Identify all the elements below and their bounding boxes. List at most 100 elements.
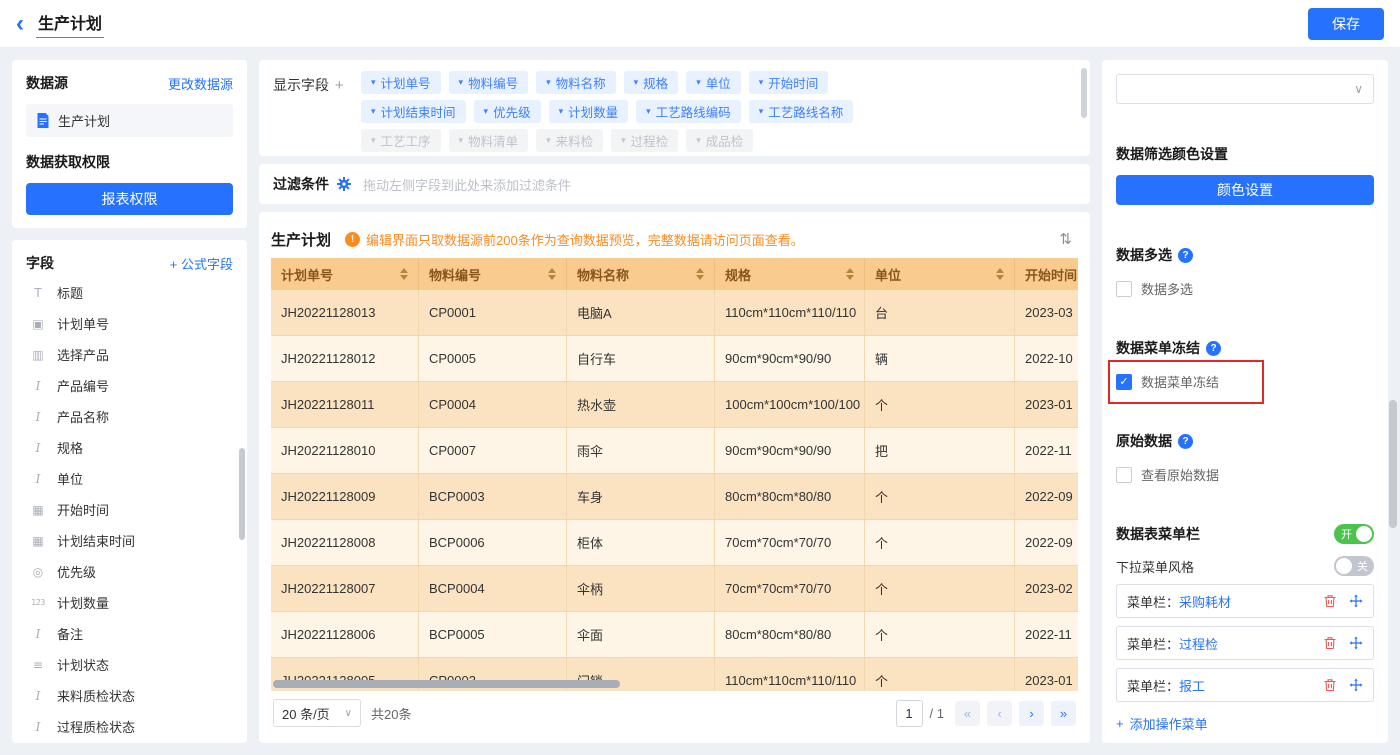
move-icon[interactable] — [1349, 636, 1363, 650]
sort-icon[interactable] — [696, 268, 704, 280]
field-item[interactable]: ▥ 选择产品 — [26, 339, 233, 370]
field-label: 计划数量 — [57, 593, 109, 612]
plus-icon: + — [1116, 716, 1124, 731]
field-type-icon: ▦ — [28, 534, 48, 548]
table-row[interactable]: JH20221128008BCP0006柜体70cm*70cm*70/70个20… — [271, 520, 1078, 566]
fields-scrollbar[interactable] — [239, 448, 245, 540]
display-field-chip[interactable]: ▾ 过程检 — [611, 129, 678, 152]
move-icon[interactable] — [1349, 678, 1363, 692]
display-field-chip[interactable]: ▾ 物料清单 — [449, 129, 529, 152]
table-row[interactable]: JH20221128011CP0004热水壶100cm*100cm*100/10… — [271, 382, 1078, 428]
change-datasource-link[interactable]: 更改数据源 — [168, 74, 233, 93]
first-page-button[interactable]: « — [955, 701, 980, 726]
sort-order-icon[interactable]: ⇅ — [1053, 228, 1078, 250]
sort-icon[interactable] — [548, 268, 556, 280]
menu-item-name[interactable]: 报工 — [1179, 676, 1205, 695]
display-field-chip[interactable]: ▾ 单位 — [686, 71, 741, 94]
delete-icon[interactable] — [1323, 636, 1337, 650]
report-permission-button[interactable]: 报表权限 — [26, 183, 233, 215]
page-size-select[interactable]: 20 条/页 ∨ — [273, 699, 361, 727]
page-title[interactable]: 生产计划 — [36, 10, 104, 38]
field-item[interactable]: I 规格 — [26, 432, 233, 463]
display-field-chip[interactable]: ▾ 来料检 — [536, 129, 603, 152]
display-field-chip[interactable]: ▾ 规格 — [624, 71, 679, 94]
display-field-chip[interactable]: ▾ 计划单号 — [361, 71, 441, 94]
back-icon[interactable]: ‹ — [16, 12, 24, 36]
page-scrollbar[interactable] — [1389, 400, 1397, 528]
table-cell: CP0004 — [419, 382, 567, 428]
help-icon[interactable]: ? — [1178, 248, 1193, 263]
menu-item-name[interactable]: 采购耗材 — [1179, 592, 1231, 611]
table-column-header[interactable]: 物料名称 — [567, 258, 715, 290]
display-field-chip[interactable]: ▾ 计划数量 — [549, 100, 629, 123]
table-column-header[interactable]: 单位 — [865, 258, 1015, 290]
table-cell: 70cm*70cm*70/70 — [715, 520, 865, 566]
field-item[interactable]: I 单位 — [26, 463, 233, 494]
table-row[interactable]: JH20221128012CP0005自行车90cm*90cm*90/90辆20… — [271, 336, 1078, 382]
chevron-down-icon: ▾ — [621, 135, 626, 146]
sort-icon[interactable] — [996, 268, 1004, 280]
display-field-chip[interactable]: ▾ 工艺工序 — [361, 129, 441, 152]
table-cell: 2022-11 — [1015, 612, 1078, 658]
table-row[interactable]: JH20221128009BCP0003车身80cm*80cm*80/80个20… — [271, 474, 1078, 520]
field-item[interactable]: I 产品编号 — [26, 370, 233, 401]
display-field-chip[interactable]: ▾ 工艺路线编码 — [636, 100, 741, 123]
table-row[interactable]: JH20221128013CP0001电脑A110cm*110cm*110/11… — [271, 290, 1078, 336]
table-row[interactable]: JH20221128006BCP0005伞面80cm*80cm*80/80个20… — [271, 612, 1078, 658]
field-item[interactable]: ▦ 计划结束时间 — [26, 525, 233, 556]
field-item[interactable]: 123 计划数量 — [26, 587, 233, 618]
display-field-chip[interactable]: ▾ 物料名称 — [536, 71, 616, 94]
field-item[interactable]: T 标题 — [26, 277, 233, 308]
table-column-header[interactable]: 开始时间 — [1015, 258, 1078, 290]
help-icon[interactable]: ? — [1178, 434, 1193, 449]
table-row[interactable]: JH20221128010CP0007雨伞90cm*90cm*90/90把202… — [271, 428, 1078, 474]
menu-bar-toggle[interactable]: 开 — [1334, 524, 1374, 544]
move-icon[interactable] — [1349, 594, 1363, 608]
save-button[interactable]: 保存 — [1308, 8, 1384, 40]
gear-icon[interactable] — [337, 177, 351, 191]
table-column-header[interactable]: 物料编号 — [419, 258, 567, 290]
display-field-chip[interactable]: ▾ 成品检 — [686, 129, 753, 152]
add-action-menu-link[interactable]: + 添加操作菜单 — [1116, 714, 1374, 733]
multi-select-checkbox[interactable] — [1116, 281, 1132, 297]
style-select[interactable]: ∨ — [1116, 74, 1374, 104]
table-horizontal-scrollbar[interactable] — [273, 680, 620, 688]
display-field-chip[interactable]: ▾ 优先级 — [474, 100, 541, 123]
table-row[interactable]: JH20221128007BCP0004伞柄70cm*70cm*70/70个20… — [271, 566, 1078, 612]
delete-icon[interactable] — [1323, 594, 1337, 608]
field-label: 规格 — [57, 438, 83, 457]
current-page[interactable]: 1 — [896, 700, 923, 727]
menu-item-name[interactable]: 过程检 — [1179, 634, 1218, 653]
chips-scrollbar[interactable] — [1081, 68, 1087, 118]
field-item[interactable]: I 来料质检状态 — [26, 680, 233, 711]
sort-icon[interactable] — [400, 268, 408, 280]
field-item[interactable]: I 备注 — [26, 618, 233, 649]
delete-icon[interactable] — [1323, 678, 1337, 692]
last-page-button[interactable]: » — [1051, 701, 1076, 726]
sort-icon[interactable] — [846, 268, 854, 280]
next-page-button[interactable]: › — [1019, 701, 1044, 726]
prev-page-button[interactable]: ‹ — [987, 701, 1012, 726]
field-item[interactable]: I 过程质检状态 — [26, 711, 233, 742]
add-display-field-icon[interactable]: + — [335, 77, 344, 94]
chevron-down-icon: ▾ — [459, 77, 464, 88]
field-item[interactable]: ▣ 计划单号 — [26, 308, 233, 339]
color-settings-button[interactable]: 颜色设置 — [1116, 175, 1374, 205]
table-cell: 雨伞 — [567, 428, 715, 474]
add-formula-field-link[interactable]: + 公式字段 — [170, 254, 233, 273]
field-item[interactable]: ▦ 开始时间 — [26, 494, 233, 525]
display-field-chip[interactable]: ▾ 物料编号 — [449, 71, 529, 94]
field-item[interactable]: ≡ 计划状态 — [26, 649, 233, 680]
dropdown-style-toggle[interactable]: 关 — [1334, 556, 1374, 576]
help-icon[interactable]: ? — [1206, 341, 1221, 356]
menu-freeze-checkbox[interactable] — [1116, 374, 1132, 390]
raw-data-checkbox[interactable] — [1116, 467, 1132, 483]
field-item[interactable]: ◎ 优先级 — [26, 556, 233, 587]
display-field-chip[interactable]: ▾ 计划结束时间 — [361, 100, 466, 123]
display-field-chip[interactable]: ▾ 工艺路线名称 — [749, 100, 854, 123]
datasource-item[interactable]: 生产计划 — [26, 104, 233, 137]
field-item[interactable]: I 产品名称 — [26, 401, 233, 432]
table-column-header[interactable]: 规格 — [715, 258, 865, 290]
display-field-chip[interactable]: ▾ 开始时间 — [749, 71, 829, 94]
table-column-header[interactable]: 计划单号 — [271, 258, 419, 290]
